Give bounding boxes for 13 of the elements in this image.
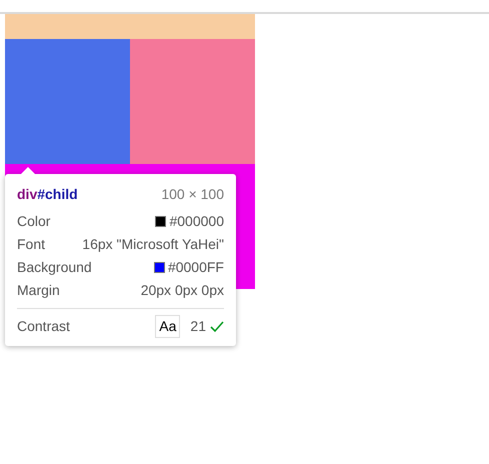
contrast-ratio: 21 — [190, 317, 206, 336]
property-value: #000000 — [169, 212, 224, 231]
property-label: Margin — [17, 281, 60, 300]
property-label: Color — [17, 212, 50, 231]
property-label: Font — [17, 235, 46, 254]
element-selector: div#child — [17, 185, 78, 204]
property-value: 16px "Microsoft YaHei" — [82, 235, 224, 254]
contrast-sample: Aa — [155, 315, 180, 338]
property-label: Background — [17, 258, 92, 277]
contrast-label: Contrast — [17, 317, 70, 336]
property-value: #0000FF — [168, 258, 224, 277]
element-size: 100 × 100 — [161, 185, 224, 204]
property-value: 20px 0px 0px — [140, 281, 224, 300]
